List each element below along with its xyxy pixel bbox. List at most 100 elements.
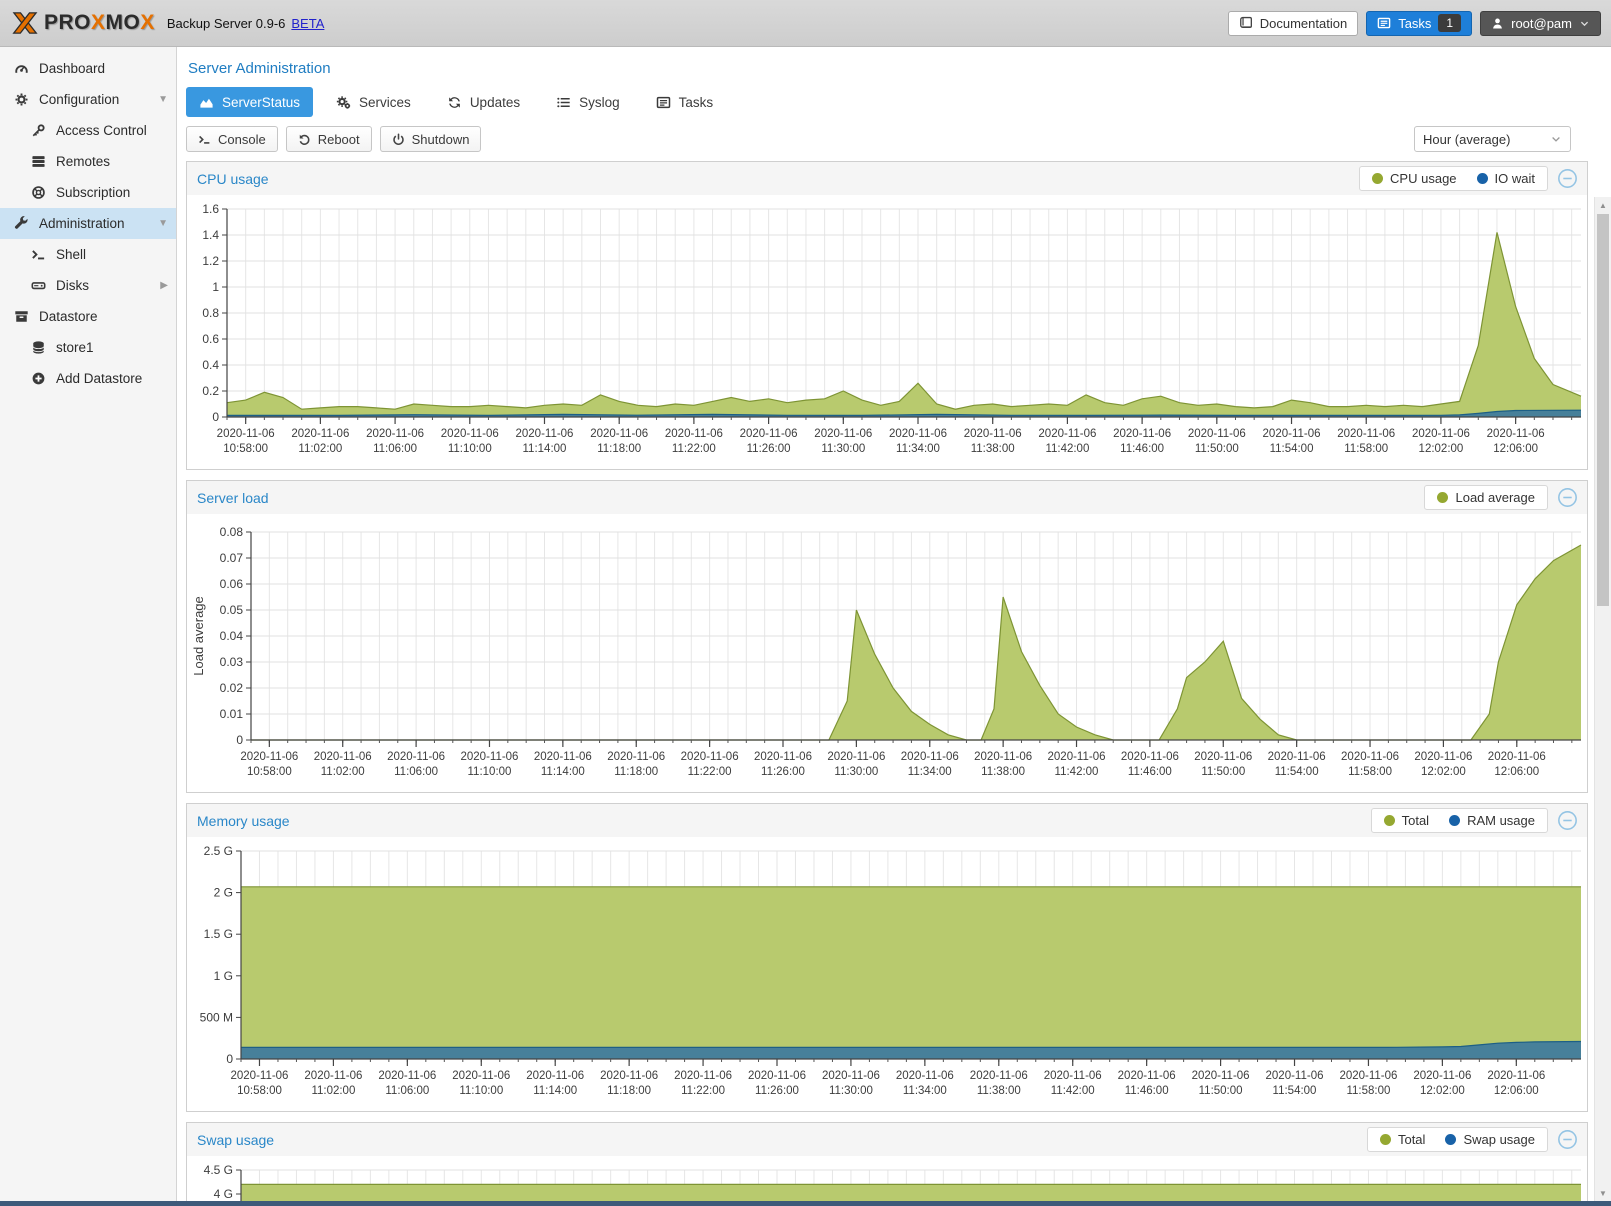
sidebar-item-shell[interactable]: Shell: [0, 239, 176, 270]
legend: Load average: [1424, 485, 1548, 510]
legend-dot: [1372, 173, 1383, 184]
svg-text:2020-11-06: 2020-11-06: [1487, 428, 1545, 440]
sidebar-item-remotes[interactable]: Remotes: [0, 146, 176, 177]
sidebar-item-add-datastore[interactable]: Add Datastore: [0, 363, 176, 394]
panel-swap-usage: Swap usage Total Swap usage 0500 M1 G1.5…: [186, 1122, 1588, 1206]
svg-text:11:22:00: 11:22:00: [688, 766, 732, 778]
console-button[interactable]: Console: [186, 126, 278, 152]
shutdown-button[interactable]: Shutdown: [380, 126, 482, 152]
power-icon: [392, 133, 405, 146]
scrollbar-down-arrow[interactable]: ▼: [1595, 1185, 1611, 1201]
svg-text:2020-11-06: 2020-11-06: [515, 428, 573, 440]
svg-text:2020-11-06: 2020-11-06: [291, 428, 349, 440]
sidebar-item-dashboard[interactable]: Dashboard: [0, 53, 176, 84]
tab-updates[interactable]: Updates: [434, 87, 533, 117]
legend-item[interactable]: Swap usage: [1445, 1132, 1535, 1147]
svg-text:11:46:00: 11:46:00: [1125, 1085, 1169, 1097]
page-title: Server Administration: [177, 47, 1611, 81]
documentation-button[interactable]: Documentation: [1228, 11, 1358, 36]
tasks-button[interactable]: Tasks 1: [1366, 11, 1472, 36]
tab-services[interactable]: Services: [323, 87, 424, 117]
svg-text:11:54:00: 11:54:00: [1275, 766, 1319, 778]
svg-text:0.02: 0.02: [220, 681, 244, 695]
panel-memory-usage: Memory usage Total RAM usage 0500 M1 G1.…: [186, 803, 1588, 1112]
legend-item[interactable]: Total: [1384, 813, 1429, 828]
scrollbar-up-arrow[interactable]: ▲: [1595, 197, 1611, 213]
svg-text:2020-11-06: 2020-11-06: [970, 1070, 1028, 1082]
svg-text:11:38:00: 11:38:00: [971, 443, 1015, 455]
svg-text:2020-11-06: 2020-11-06: [665, 428, 723, 440]
legend-item[interactable]: Load average: [1437, 490, 1535, 505]
memory-usage-chart: 0500 M1 G1.5 G2 G2.5 G2020-11-0610:58:00…: [189, 843, 1587, 1108]
top-header-bar: PROXMOX Backup Server 0.9-6 BETA Documen…: [0, 0, 1611, 47]
collapse-panel-button[interactable]: [1557, 1129, 1578, 1150]
svg-text:11:42:00: 11:42:00: [1051, 1085, 1095, 1097]
svg-text:2020-11-06: 2020-11-06: [748, 1070, 806, 1082]
brand-text: PROXMOX: [44, 11, 155, 35]
sidebar-item-disks[interactable]: Disks ▶: [0, 270, 176, 301]
chevron-down-icon[interactable]: ▼: [158, 94, 168, 105]
svg-text:2020-11-06: 2020-11-06: [441, 428, 499, 440]
undo-arrow-icon: [298, 133, 311, 146]
svg-text:12:06:00: 12:06:00: [1494, 766, 1539, 778]
panel-body: 00.010.020.030.040.050.060.070.082020-11…: [187, 514, 1587, 792]
charts-scroll-region: CPU usage CPU usage IO wait 00.20.40.60.…: [177, 159, 1611, 1206]
reboot-button[interactable]: Reboot: [286, 126, 372, 152]
user-icon: [1491, 17, 1504, 30]
legend-dot: [1445, 1134, 1456, 1145]
chart-canvas: 00.010.020.030.040.050.060.070.082020-11…: [189, 520, 1587, 784]
sidebar-item-subscription[interactable]: Subscription: [0, 177, 176, 208]
server-icon: [30, 154, 47, 169]
svg-text:0: 0: [226, 1052, 233, 1066]
svg-text:11:22:00: 11:22:00: [672, 443, 716, 455]
timeframe-select[interactable]: Hour (average): [1414, 126, 1571, 152]
header-actions: Documentation Tasks 1 root@pam: [1228, 11, 1601, 36]
refresh-icon: [447, 95, 462, 110]
sidebar-item-administration[interactable]: Administration ▼: [0, 208, 176, 239]
svg-text:11:26:00: 11:26:00: [761, 766, 805, 778]
panel-header: Swap usage Total Swap usage: [187, 1123, 1587, 1156]
proxmox-x-logo-icon: [10, 8, 40, 38]
chevron-right-icon[interactable]: ▶: [160, 280, 168, 291]
legend-dot: [1477, 173, 1488, 184]
svg-text:0.05: 0.05: [220, 603, 244, 617]
legend-item[interactable]: IO wait: [1477, 171, 1535, 186]
svg-text:2020-11-06: 2020-11-06: [1118, 1070, 1176, 1082]
legend-item[interactable]: CPU usage: [1372, 171, 1456, 186]
tachometer-icon: [13, 61, 30, 76]
svg-text:0: 0: [212, 410, 219, 424]
tab-tasks[interactable]: Tasks: [643, 87, 727, 117]
sidebar-item-access-control[interactable]: Access Control: [0, 115, 176, 146]
panel-cpu-usage: CPU usage CPU usage IO wait 00.20.40.60.…: [186, 161, 1588, 470]
svg-text:0.8: 0.8: [202, 306, 219, 320]
collapse-panel-button[interactable]: [1557, 810, 1578, 831]
svg-text:11:10:00: 11:10:00: [459, 1085, 503, 1097]
svg-text:11:22:00: 11:22:00: [681, 1085, 725, 1097]
svg-text:10:58:00: 10:58:00: [247, 766, 292, 778]
svg-text:11:50:00: 11:50:00: [1199, 1085, 1243, 1097]
legend-item[interactable]: RAM usage: [1449, 813, 1535, 828]
svg-text:2020-11-06: 2020-11-06: [901, 751, 959, 763]
sidebar-item-store1[interactable]: store1: [0, 332, 176, 363]
vertical-scrollbar[interactable]: ▲ ▼: [1594, 197, 1611, 1201]
tasks-list-icon: [656, 95, 671, 110]
svg-text:2020-11-06: 2020-11-06: [827, 751, 885, 763]
user-menu-button[interactable]: root@pam: [1480, 11, 1601, 36]
collapse-panel-button[interactable]: [1557, 487, 1578, 508]
collapse-panel-button[interactable]: [1557, 168, 1578, 189]
scrollbar-thumb[interactable]: [1597, 214, 1609, 606]
svg-text:1.5 G: 1.5 G: [204, 927, 233, 941]
tab-serverstatus[interactable]: ServerStatus: [186, 87, 313, 117]
chevron-down-icon[interactable]: ▼: [158, 218, 168, 229]
sidebar-item-datastore[interactable]: Datastore: [0, 301, 176, 332]
svg-text:11:10:00: 11:10:00: [448, 443, 492, 455]
tab-syslog[interactable]: Syslog: [543, 87, 633, 117]
tasks-count-badge: 1: [1438, 14, 1461, 32]
sidebar-item-configuration[interactable]: Configuration ▼: [0, 84, 176, 115]
svg-text:11:06:00: 11:06:00: [385, 1085, 429, 1097]
legend-item[interactable]: Total: [1380, 1132, 1425, 1147]
beta-link[interactable]: BETA: [291, 16, 324, 31]
svg-text:2020-11-06: 2020-11-06: [590, 428, 648, 440]
svg-text:11:54:00: 11:54:00: [1273, 1085, 1317, 1097]
svg-text:Load average: Load average: [191, 596, 206, 676]
